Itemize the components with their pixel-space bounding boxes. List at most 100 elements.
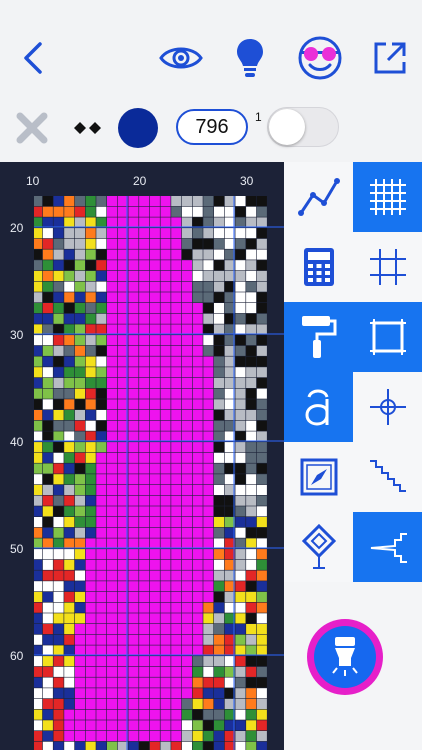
stitch-cell[interactable] (214, 698, 225, 709)
stitch-cell[interactable] (181, 238, 192, 249)
stitch-cell[interactable] (128, 559, 139, 570)
stitch-cell[interactable] (246, 249, 257, 260)
stitch-cell[interactable] (171, 367, 182, 378)
stitch-cell[interactable] (107, 345, 118, 356)
stitch-cell[interactable] (160, 495, 171, 506)
stitch-cell[interactable] (139, 484, 150, 495)
stitch-cell[interactable] (149, 731, 160, 742)
stitch-cell[interactable] (42, 238, 53, 249)
stitch-cell[interactable] (128, 688, 139, 699)
stitch-cell[interactable] (256, 538, 267, 549)
stitch-cell[interactable] (214, 484, 225, 495)
stitch-cell[interactable] (171, 688, 182, 699)
stitch-cell[interactable] (139, 591, 150, 602)
stitch-cell[interactable] (149, 559, 160, 570)
stitch-cell[interactable] (96, 570, 107, 581)
stitch-cell[interactable] (74, 677, 85, 688)
stitch-cell[interactable] (235, 367, 246, 378)
stitch-cell[interactable] (42, 399, 53, 410)
stitch-cell[interactable] (171, 474, 182, 485)
stitch-cell[interactable] (214, 720, 225, 731)
stitch-cell[interactable] (224, 741, 235, 750)
stitch-cell[interactable] (224, 313, 235, 324)
stitch-cell[interactable] (85, 634, 96, 645)
coarse-grid-button[interactable] (353, 232, 422, 302)
stitch-cell[interactable] (192, 260, 203, 271)
stitch-cell[interactable] (246, 484, 257, 495)
stitch-cell[interactable] (171, 324, 182, 335)
stitch-cell[interactable] (85, 591, 96, 602)
stitch-cell[interactable] (128, 377, 139, 388)
stitch-cell[interactable] (192, 442, 203, 453)
stitch-cell[interactable] (107, 549, 118, 560)
stitch-cell[interactable] (160, 206, 171, 217)
stitch-cell[interactable] (214, 206, 225, 217)
stitch-cell[interactable] (203, 260, 214, 271)
stitch-cell[interactable] (96, 688, 107, 699)
calculator-button[interactable] (284, 232, 353, 302)
stitch-cell[interactable] (235, 506, 246, 517)
stitch-cell[interactable] (203, 410, 214, 421)
stitch-cell[interactable] (214, 452, 225, 463)
stitch-cell[interactable] (85, 324, 96, 335)
stitch-cell[interactable] (192, 570, 203, 581)
stitch-cell[interactable] (85, 731, 96, 742)
stitch-cell[interactable] (42, 420, 53, 431)
stitch-cell[interactable] (181, 688, 192, 699)
stitch-cell[interactable] (235, 238, 246, 249)
stitch-cell[interactable] (139, 506, 150, 517)
stitch-cell[interactable] (139, 624, 150, 635)
stitch-cell[interactable] (74, 538, 85, 549)
stitch-cell[interactable] (107, 666, 118, 677)
stitch-cell[interactable] (74, 570, 85, 581)
stitch-cell[interactable] (128, 570, 139, 581)
stitch-cell[interactable] (96, 602, 107, 613)
stitch-cell[interactable] (74, 228, 85, 239)
stitch-cell[interactable] (224, 495, 235, 506)
stitch-cell[interactable] (139, 367, 150, 378)
stitch-cell[interactable] (246, 624, 257, 635)
stitch-cell[interactable] (192, 324, 203, 335)
stitch-cell[interactable] (96, 613, 107, 624)
stitch-cell[interactable] (192, 731, 203, 742)
stitch-cell[interactable] (74, 303, 85, 314)
stitch-cell[interactable] (192, 356, 203, 367)
stitch-cell[interactable] (107, 249, 118, 260)
stitch-cell[interactable] (214, 388, 225, 399)
stitch-cell[interactable] (224, 484, 235, 495)
stitch-cell[interactable] (107, 238, 118, 249)
stitch-cell[interactable] (171, 335, 182, 346)
stitch-cell[interactable] (64, 270, 75, 281)
stitch-cell[interactable] (117, 645, 128, 656)
stitch-cell[interactable] (224, 345, 235, 356)
stitch-cell[interactable] (107, 442, 118, 453)
stitch-cell[interactable] (85, 249, 96, 260)
stitch-cell[interactable] (139, 313, 150, 324)
stitch-cell[interactable] (160, 431, 171, 442)
stitch-cell[interactable] (181, 356, 192, 367)
stitch-cell[interactable] (214, 292, 225, 303)
stitch-cell[interactable] (64, 517, 75, 528)
stitch-cell[interactable] (139, 720, 150, 731)
stitch-cell[interactable] (85, 313, 96, 324)
stitch-cell[interactable] (235, 335, 246, 346)
stitch-cell[interactable] (128, 527, 139, 538)
stitch-cell[interactable] (64, 549, 75, 560)
stitch-cell[interactable] (192, 410, 203, 421)
stitch-cell[interactable] (192, 720, 203, 731)
stitch-cell[interactable] (256, 260, 267, 271)
stitch-cell[interactable] (181, 517, 192, 528)
stitch-cell[interactable] (74, 634, 85, 645)
stitch-cell[interactable] (42, 249, 53, 260)
stitch-cell[interactable] (139, 463, 150, 474)
stitch-cell[interactable] (74, 688, 85, 699)
stitch-cell[interactable] (42, 345, 53, 356)
stitch-cell[interactable] (96, 442, 107, 453)
stitch-cell[interactable] (149, 581, 160, 592)
stitch-cell[interactable] (53, 581, 64, 592)
stitch-cell[interactable] (192, 228, 203, 239)
stitch-cell[interactable] (256, 720, 267, 731)
stitch-cell[interactable] (149, 634, 160, 645)
stitch-cell[interactable] (128, 698, 139, 709)
stitch-cell[interactable] (235, 377, 246, 388)
